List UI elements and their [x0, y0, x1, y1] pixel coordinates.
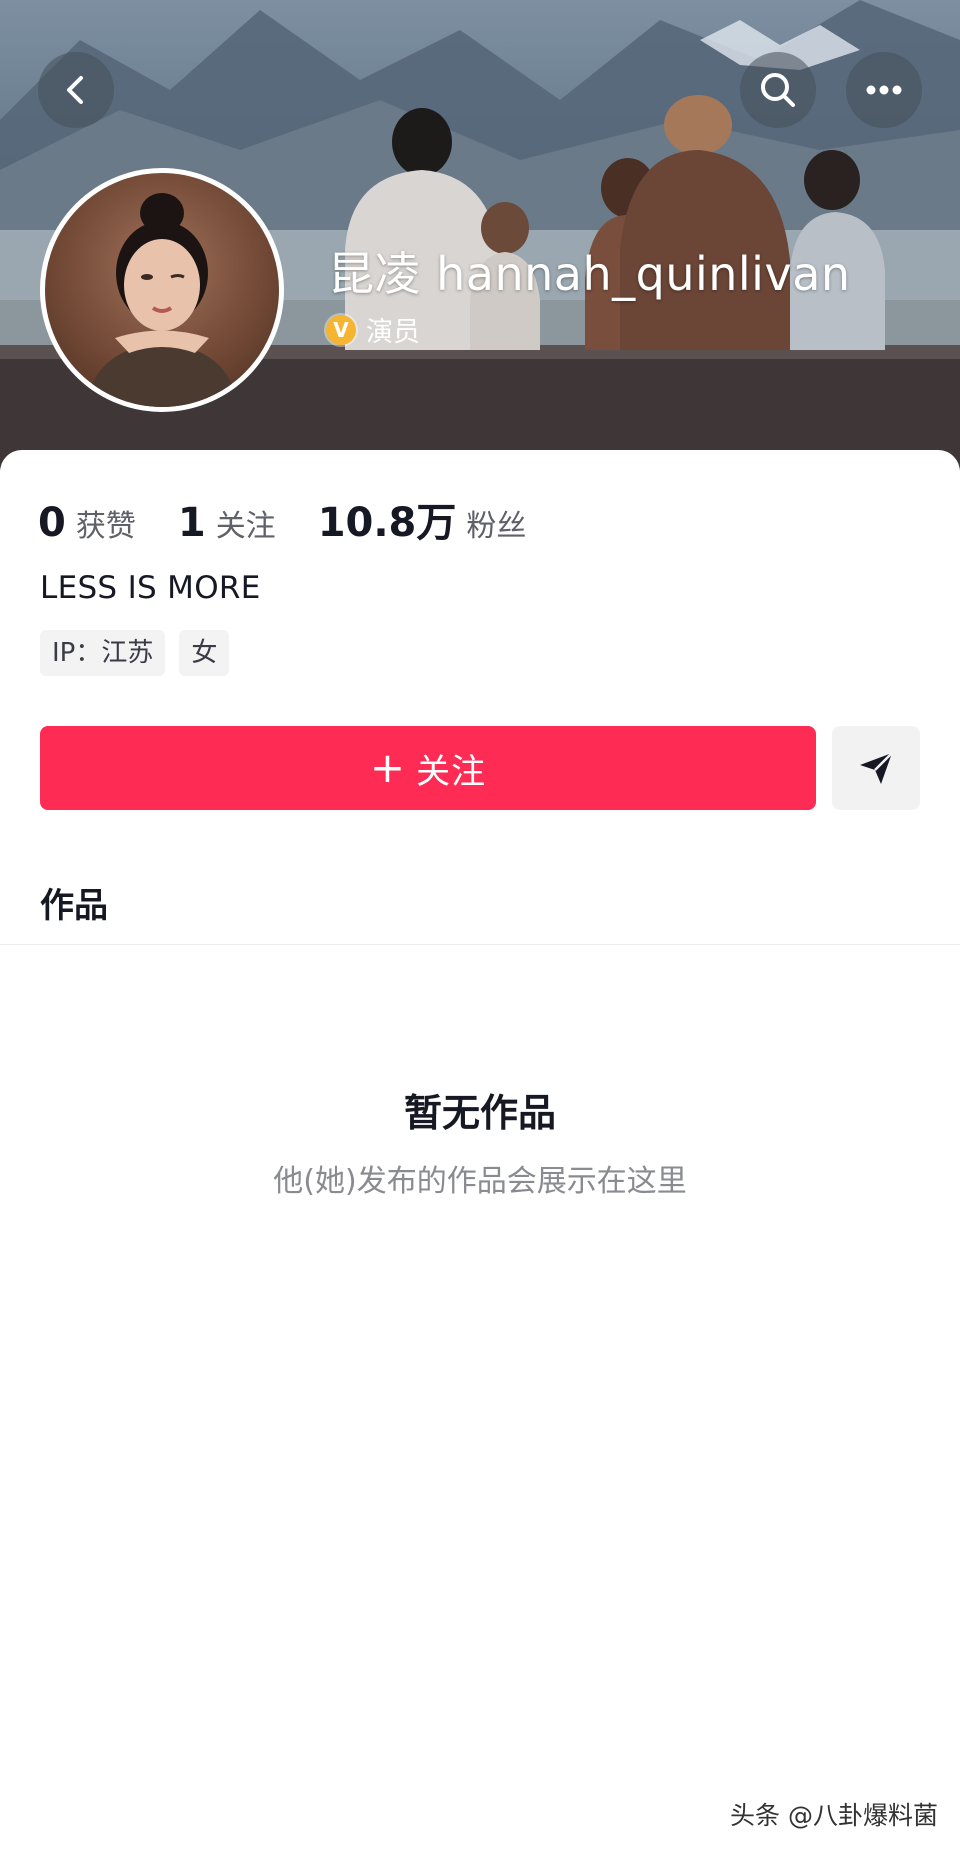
- profile-tags: IP：江苏 女: [40, 630, 243, 676]
- send-arrow-icon: [860, 752, 893, 784]
- verification-row: V 演员: [326, 310, 420, 349]
- plus-icon: +: [369, 743, 407, 792]
- follow-button[interactable]: + 关注: [40, 726, 816, 810]
- chevron-left-icon: [67, 76, 83, 104]
- followers-label[interactable]: 粉丝: [466, 501, 526, 545]
- share-button[interactable]: [832, 726, 920, 810]
- profile-avatar[interactable]: [40, 168, 284, 412]
- tab-divider: [0, 944, 960, 945]
- avatar-portrait-image: [85, 193, 239, 407]
- follow-button-label: 关注: [416, 751, 487, 792]
- verified-badge-icon: V: [326, 314, 356, 345]
- gender-tag: 女: [179, 630, 230, 676]
- more-horizontal-icon: [866, 85, 902, 95]
- search-icon: [761, 73, 795, 107]
- profile-bio: LESS IS MORE: [40, 570, 261, 606]
- empty-state-subtitle: 他(她)发布的作品会展示在这里: [273, 1164, 687, 1199]
- profile-cover-image: 昆凌 hannah_quinlivan V 演员: [0, 0, 960, 470]
- followers-count[interactable]: 10.8万: [318, 490, 457, 548]
- search-button[interactable]: [740, 52, 816, 128]
- verification-label: 演员: [366, 317, 420, 348]
- ip-location-tag: IP：江苏: [40, 630, 166, 676]
- tab-works[interactable]: 作品: [40, 878, 108, 927]
- profile-content-sheet: 0 获赞 1 关注 10.8万 粉丝 LESS IS MORE IP：江苏 女 …: [0, 450, 960, 1850]
- profile-stats: 0 获赞 1 关注 10.8万 粉丝: [38, 490, 568, 548]
- display-name: 昆凌 hannah_quinlivan: [328, 247, 851, 301]
- following-count[interactable]: 1: [178, 500, 206, 546]
- following-label[interactable]: 关注: [216, 501, 276, 545]
- likes-count: 0: [38, 500, 66, 546]
- back-button[interactable]: [38, 52, 114, 128]
- more-options-button[interactable]: [846, 52, 922, 128]
- watermark-text: 头条 @八卦爆料菌: [730, 1801, 938, 1830]
- empty-state-title: 暂无作品: [403, 1091, 556, 1135]
- likes-label[interactable]: 获赞: [76, 501, 136, 545]
